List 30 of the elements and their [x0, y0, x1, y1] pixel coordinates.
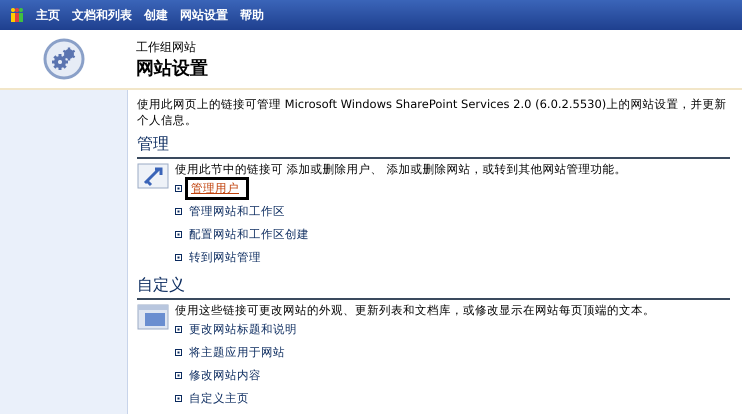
section-heading: 自定义 — [137, 275, 730, 300]
settings-link[interactable]: 管理网站和工作区 — [189, 204, 285, 219]
nav-link[interactable]: 网站设置 — [180, 6, 228, 24]
nav-link[interactable]: 创建 — [144, 6, 168, 24]
bullet-icon — [175, 326, 182, 333]
page-title: 网站设置 — [136, 56, 208, 80]
bullet-icon — [175, 185, 182, 192]
settings-link[interactable]: 更改网站标题和说明 — [189, 322, 297, 337]
bullet-icon — [175, 208, 182, 215]
people-icon — [10, 7, 24, 23]
bullet-icon — [175, 254, 182, 261]
bullet-icon — [175, 372, 182, 379]
settings-link[interactable]: 修改网站内容 — [189, 368, 261, 383]
settings-link[interactable]: 转到网站管理 — [189, 250, 261, 265]
nav-link[interactable]: 主页 — [36, 6, 60, 24]
bullet-icon — [175, 231, 182, 238]
nav-link[interactable]: 帮助 — [240, 6, 264, 24]
settings-link[interactable]: 自定义主页 — [189, 391, 249, 406]
site-name: 工作组网站 — [136, 38, 197, 56]
gear-icon — [43, 38, 85, 80]
window-icon — [137, 304, 169, 330]
bullet-icon — [175, 349, 182, 356]
nav-link[interactable]: 文档和列表 — [72, 6, 132, 24]
intro-text: 使用此网页上的链接可管理 Microsoft Windows SharePoint Services 2.0 (6.0.2.5530)上的网站设置，并更新个人信息。 — [137, 96, 728, 128]
settings-link[interactable]: 配置网站和工作区创建 — [189, 227, 309, 242]
section-description: 使用此节中的链接可 添加或删除用户、 添加或删除网站，或转到其他网站管理功能。 — [175, 161, 626, 177]
settings-link[interactable]: 将主题应用于网站 — [189, 345, 285, 360]
section-heading: 管理 — [137, 134, 730, 159]
section-description: 使用这些链接可更改网站的外观、更新列表和文档库，或修改显示在网站每页顶端的文本。 — [175, 302, 655, 318]
bullet-icon — [175, 395, 182, 402]
